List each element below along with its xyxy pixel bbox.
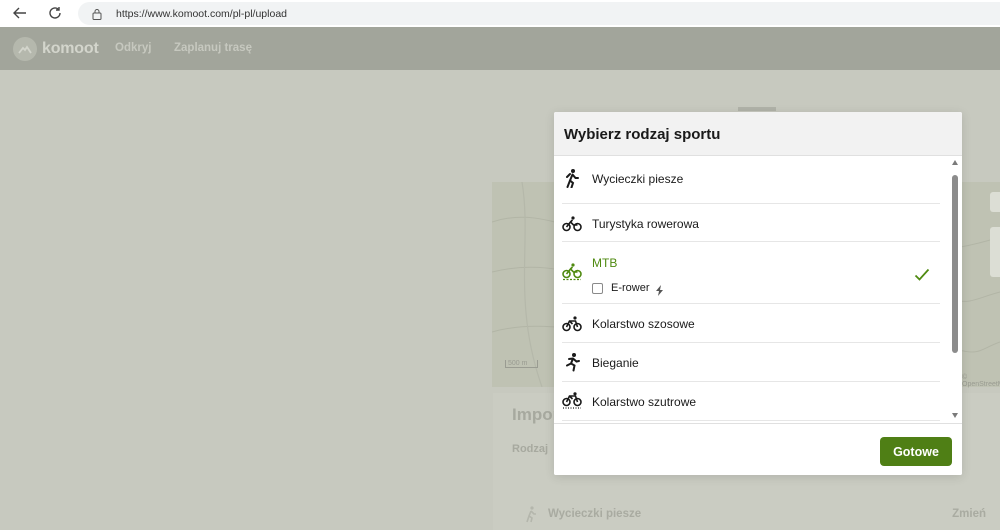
back-icon[interactable] <box>10 3 30 23</box>
sport-option-hiking[interactable]: Wycieczki piesze <box>562 156 940 204</box>
address-bar[interactable]: https://www.komoot.com/pl-pl/upload <box>78 2 1000 25</box>
change-sport-link[interactable]: Zmień <box>952 508 986 520</box>
ebike-label: E-rower <box>611 282 650 294</box>
hiking-icon <box>562 168 582 188</box>
scroll-down-icon[interactable] <box>952 413 958 418</box>
sport-option-label: Kolarstwo szutrowe <box>592 395 697 409</box>
dialog-title: Wybierz rodzaj sportu <box>564 126 721 143</box>
sport-option-label: Wycieczki piesze <box>592 172 684 186</box>
sport-option-label: MTB <box>592 256 618 270</box>
running-icon <box>562 352 582 372</box>
sport-option-label: Bieganie <box>592 356 639 370</box>
map-layer-button[interactable] <box>990 192 1000 212</box>
dialog-header: Wybierz rodzaj sportu <box>554 112 962 156</box>
ebike-checkbox[interactable] <box>592 282 603 294</box>
current-sport-row[interactable]: Wycieczki piesze Zmień <box>512 505 992 523</box>
sport-list[interactable]: Wycieczki piesze Turystyka rowerowa MTB … <box>554 156 962 423</box>
import-title: Impor <box>512 405 560 424</box>
lock-icon[interactable] <box>92 7 104 21</box>
hiking-icon <box>522 505 540 523</box>
mountain-bike-icon <box>562 262 582 282</box>
logo-text: komoot <box>42 40 99 57</box>
list-scrollbar[interactable] <box>950 160 962 422</box>
sport-type-label: Rodzaj <box>512 443 549 455</box>
sport-option-road-bike[interactable]: Kolarstwo szosowe <box>562 304 940 343</box>
app-header: komoot Odkryj Zaplanuj trasę <box>0 27 1000 70</box>
sport-option-gravel-bike[interactable]: Kolarstwo szutrowe <box>562 382 940 421</box>
browser-toolbar: https://www.komoot.com/pl-pl/upload <box>0 0 1000 27</box>
map-scale: 500 m <box>505 360 539 368</box>
current-sport-name: Wycieczki piesze <box>548 508 642 520</box>
sport-option-label: Turystyka rowerowa <box>592 217 699 231</box>
url-text[interactable]: https://www.komoot.com/pl-pl/upload <box>116 8 287 20</box>
gravel-bike-icon <box>562 391 582 411</box>
reload-icon[interactable] <box>45 3 65 23</box>
nav-plan-route[interactable]: Zaplanuj trasę <box>174 42 252 54</box>
tab-indicator <box>738 107 776 111</box>
touring-bike-icon <box>562 214 582 234</box>
checkmark-icon <box>914 268 930 282</box>
sport-option-mtb[interactable]: MTB E-rower <box>562 242 940 304</box>
dialog-footer: Gotowe <box>554 423 962 475</box>
sport-option-touring-bike[interactable]: Turystyka rowerowa <box>562 204 940 242</box>
road-bike-icon <box>562 314 582 334</box>
nav-discover[interactable]: Odkryj <box>115 42 151 54</box>
komoot-logo-icon <box>13 37 37 61</box>
sport-option-running[interactable]: Bieganie <box>562 343 940 382</box>
scrollbar-thumb[interactable] <box>952 175 958 353</box>
lightning-icon <box>655 283 664 296</box>
done-button[interactable]: Gotowe <box>880 437 952 466</box>
map-credit: © OpenStreetMap <box>962 374 1000 388</box>
sport-option-label: Kolarstwo szosowe <box>592 317 695 331</box>
map-zoom-control[interactable] <box>990 227 1000 277</box>
ebike-option[interactable]: E-rower <box>592 282 664 296</box>
komoot-logo[interactable]: komoot <box>13 37 99 61</box>
sport-picker-dialog: Wybierz rodzaj sportu Wycieczki piesze T… <box>554 112 962 475</box>
scroll-up-icon[interactable] <box>952 160 958 165</box>
